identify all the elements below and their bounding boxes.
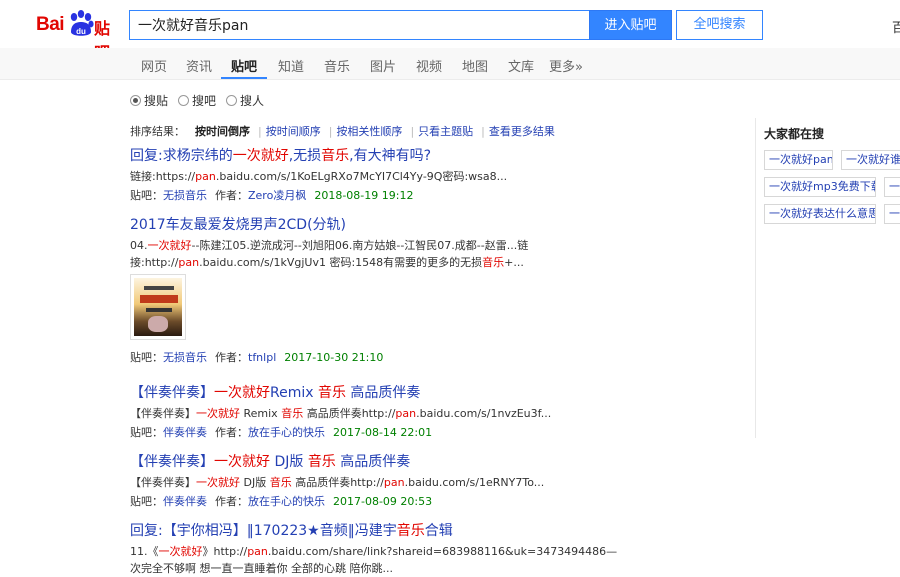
sort-main-posts-link[interactable]: 只看主题贴 [418,125,473,138]
result-item: 回复:【宇你相冯】‖170223★音频‖冯建宇音乐合辑 11.《一次就好》htt… [130,520,730,577]
result-time: 2017-10-30 21:10 [284,351,384,364]
header: Bai du 贴吧 进入贴吧 全吧搜索 百 [0,0,900,62]
sort-separator: | [410,125,415,138]
result-item: 【伴奏伴奏】一次就好Remix 音乐 高品质伴奏 【伴奏伴奏】一次就好 Remi… [130,382,730,440]
result-meta: 贴吧：无损音乐 作者：tfnlpl 2017-10-30 21:10 [130,351,384,364]
result-author-link[interactable]: tfnlpl [248,351,276,364]
radio-label: 搜贴 [144,94,169,108]
baidu-tieba-logo[interactable]: Bai du 贴吧 [36,10,122,62]
result-item: 回复:求杨宗纬的一次就好,无损音乐,有大神有吗? 链接:https://pan.… [130,145,730,203]
sort-prefix: 排序结果： [130,125,185,138]
result-meta-row: 贴吧：无损音乐 作者：tfnlpl 2017-10-30 21:10 [130,347,730,365]
result-item: 【伴奏伴奏】一次就好 DJ版 音乐 高品质伴奏 【伴奏伴奏】一次就好 DJ版 音… [130,451,730,509]
result-author-link[interactable]: Zero凌月枫 [248,189,306,202]
sort-bar: 排序结果： 按时间倒序 | 按时间顺序 | 按相关性顺序 | 只看主题贴 | 查看更多结果 [130,123,559,139]
result-time: 2018-08-19 19:12 [314,189,414,202]
result-title-link[interactable]: 回复:求杨宗纬的一次就好,无损音乐,有大神有吗? [130,145,730,165]
radio-dot[interactable] [178,95,189,106]
sort-more-results-link[interactable]: 查看更多结果 [489,125,555,138]
nav-item-music[interactable]: 音乐 [324,56,350,75]
search-all-bars-button[interactable]: 全吧搜索 [676,10,763,40]
nav-item-zhidao[interactable]: 知道 [278,56,304,75]
sidebar-title: 大家都在搜 [764,127,825,141]
related-search-tag[interactable]: 一次就好谁唱的 [841,150,900,170]
result-title-link[interactable]: 2017车友最爱发烧男声2CD(分轨) [130,214,730,234]
header-edge-link[interactable]: 百 [892,17,900,36]
sort-separator: | [481,125,485,138]
top-nav: 网页 资讯 贴吧 知道 音乐 图片 视频 地图 文库 更多» [0,48,900,80]
result-title-link[interactable]: 回复:【宇你相冯】‖170223★音频‖冯建宇音乐合辑 [130,520,730,540]
radio-label: 搜吧 [192,94,217,108]
result-bar-link[interactable]: 伴奏伴奏 [163,495,207,508]
result-snippet: 11.《一次就好》http://pan.baidu.com/share/link… [130,545,618,575]
album-cover-image [134,278,182,336]
related-search-tag[interactable]: 一次就好表达什么意思 [764,204,876,224]
radio-dot-selected[interactable] [130,95,141,106]
sort-separator: | [258,125,262,138]
active-tab-underline [221,77,267,79]
result-title-link[interactable]: 【伴奏伴奏】一次就好Remix 音乐 高品质伴奏 [130,382,730,402]
result-time: 2017-08-09 20:53 [333,495,433,508]
sort-relevance-link[interactable]: 按相关性顺序 [336,125,402,138]
enter-tieba-button[interactable]: 进入贴吧 [589,10,672,40]
result-bar-link[interactable]: 无损音乐 [163,351,207,364]
nav-item-news[interactable]: 资讯 [186,56,212,75]
nav-item-web[interactable]: 网页 [141,56,167,75]
sort-separator: | [328,125,333,138]
result-title-link[interactable]: 【伴奏伴奏】一次就好 DJ版 音乐 高品质伴奏 [130,451,730,471]
related-search-tag[interactable]: 一次就好 [884,204,900,224]
result-author-link[interactable]: 放在手心的快乐 [248,426,325,439]
result-meta: 贴吧：伴奏伴奏 作者：放在手心的快乐 2017-08-14 22:01 [130,426,433,439]
result-snippet: 链接:https://pan.baidu.com/s/1KoELgRXo7McY… [130,170,508,183]
sidebar-divider [755,118,756,438]
nav-item-wenku[interactable]: 文库 [508,56,534,75]
paw-logo-icon: du [70,10,94,36]
logo-text-du: du [76,27,86,36]
nav-item-tieba[interactable]: 贴吧 [231,56,257,75]
nav-item-more[interactable]: 更多» [549,56,583,75]
radio-label: 搜人 [240,94,265,108]
search-input[interactable] [129,10,589,40]
result-snippet: 04.一次就好--陈建江05.逆流成河--刘旭阳06.南方姑娘--江智民07.成… [130,239,529,269]
result-time: 2017-08-14 22:01 [333,426,433,439]
radio-search-users[interactable]: 搜人 [226,92,264,109]
result-thumbnail-image[interactable] [130,274,186,340]
related-search-tag[interactable]: 一次就好mp3免费下载 [764,177,876,197]
result-meta: 贴吧：伴奏伴奏 作者：放在手心的快乐 2017-08-09 20:53 [130,495,433,508]
result-meta: 贴吧：无损音乐 作者：Zero凌月枫 2018-08-19 19:12 [130,189,414,202]
sort-current: 按时间倒序 [195,125,250,138]
radio-search-posts[interactable]: 搜贴 [130,92,168,109]
nav-item-map[interactable]: 地图 [462,56,488,75]
related-search-tag[interactable]: 一次就好 [884,177,900,197]
nav-item-images[interactable]: 图片 [370,56,396,75]
result-author-link[interactable]: 放在手心的快乐 [248,495,325,508]
related-search-tag[interactable]: 一次就好pan [764,150,833,170]
radio-search-bars[interactable]: 搜吧 [178,92,216,109]
result-snippet: 【伴奏伴奏】一次就好 DJ版 音乐 高品质伴奏http://pan.baidu.… [130,476,545,489]
sort-time-asc-link[interactable]: 按时间顺序 [266,125,321,138]
result-item: 2017车友最爱发烧男声2CD(分轨) 04.一次就好--陈建江05.逆流成河-… [130,214,730,271]
radio-dot[interactable] [226,95,237,106]
result-bar-link[interactable]: 无损音乐 [163,189,207,202]
nav-item-video[interactable]: 视频 [416,56,442,75]
logo-text-bai: Bai [36,14,65,35]
result-snippet: 【伴奏伴奏】一次就好 Remix 音乐 高品质伴奏http://pan.baid… [130,407,552,420]
result-bar-link[interactable]: 伴奏伴奏 [163,426,207,439]
